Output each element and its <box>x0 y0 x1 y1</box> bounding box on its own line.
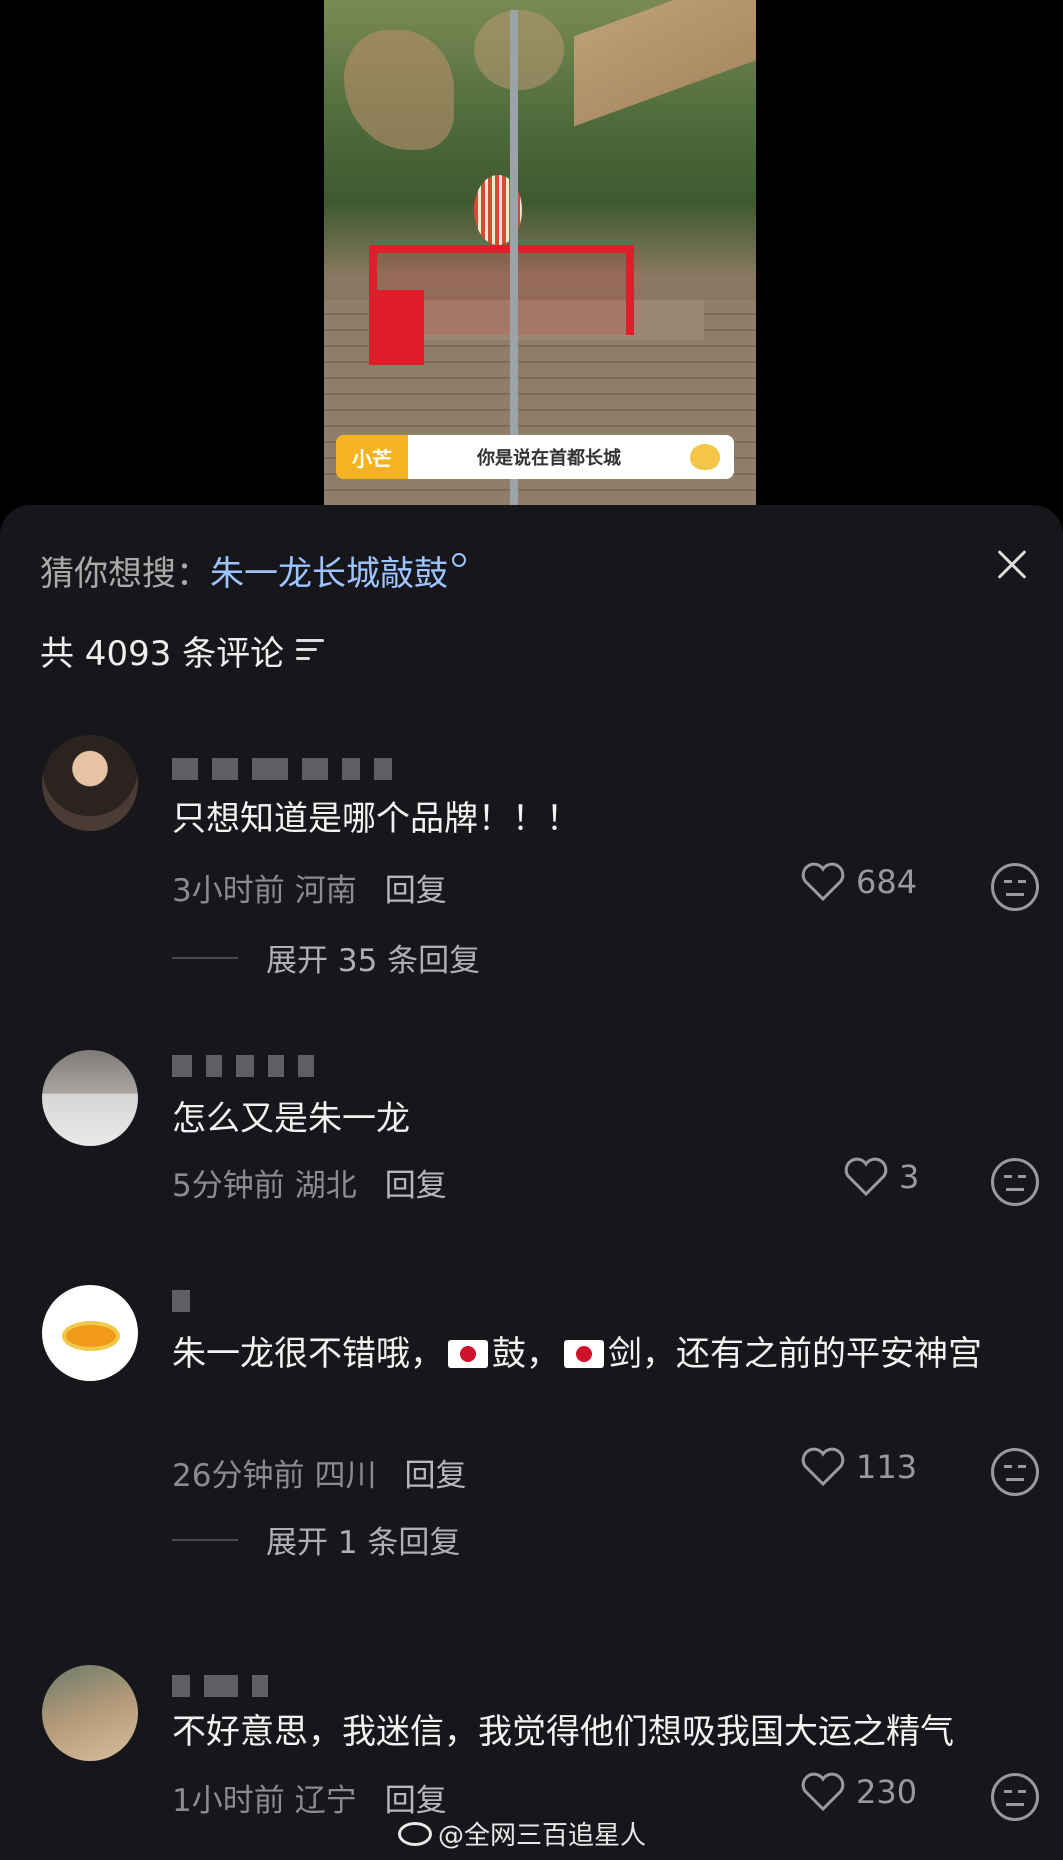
heart-icon <box>801 1772 845 1812</box>
heart-icon <box>801 862 845 902</box>
close-button[interactable] <box>983 537 1039 593</box>
planet-icon <box>62 1321 120 1351</box>
avatar[interactable] <box>42 1285 138 1381</box>
comment-time: 1小时前 <box>172 1783 285 1819</box>
great-wall-ridge <box>574 0 756 127</box>
like-button[interactable]: 3 <box>843 1157 919 1197</box>
reply-button[interactable]: 回复 <box>385 1775 447 1820</box>
comment-text: 怎么又是朱一龙 <box>172 1099 410 1139</box>
expand-replies[interactable]: 展开 35 条回复 <box>172 935 480 980</box>
like-count: 113 <box>856 1448 918 1486</box>
search-icon <box>452 553 466 567</box>
reply-button[interactable]: 回复 <box>404 1450 466 1495</box>
watermark-text: @全网三百追星人 <box>438 1821 647 1851</box>
divider-line <box>172 956 238 959</box>
dislike-icon[interactable] <box>991 1158 1039 1206</box>
comment-text-part: 朱一龙很不错哦， <box>172 1334 444 1374</box>
mango-icon <box>690 444 720 470</box>
avatar[interactable] <box>42 1050 138 1146</box>
video-caption: 小芒 你是说在首都长城 <box>336 435 734 479</box>
search-suggestion[interactable]: 猜你想搜： 朱一龙长城敲鼓 <box>40 545 466 595</box>
expand-replies-label: 展开 35 条回复 <box>266 943 481 979</box>
comment-time: 5分钟前 <box>172 1168 285 1204</box>
comment-count: 共 4093 条评论 <box>40 633 285 674</box>
heart-icon <box>801 1447 845 1487</box>
expand-replies[interactable]: 展开 1 条回复 <box>172 1517 460 1562</box>
comment-meta: 3小时前 河南 回复 <box>172 865 447 910</box>
heart-icon <box>844 1157 888 1197</box>
like-button[interactable]: 230 <box>800 1772 917 1812</box>
japan-flag-icon <box>564 1340 604 1368</box>
comment-time: 26分钟前 <box>172 1458 305 1494</box>
comment-meta: 26分钟前 四川 回复 <box>172 1450 466 1495</box>
comment-text: 只想知道是哪个品牌！！！ <box>172 799 580 839</box>
mountain-rock <box>474 10 564 90</box>
expand-replies-label: 展开 1 条回复 <box>266 1525 461 1561</box>
dislike-icon[interactable] <box>991 1773 1039 1821</box>
caption-tag: 小芒 <box>336 435 408 479</box>
dislike-icon[interactable] <box>991 1448 1039 1496</box>
username-redacted[interactable] <box>172 1290 190 1314</box>
like-count: 684 <box>856 863 918 901</box>
comment-meta: 5分钟前 湖北 回复 <box>172 1160 447 1205</box>
dislike-icon[interactable] <box>991 863 1039 911</box>
video-player[interactable]: 小芒 你是说在首都长城 <box>324 0 756 505</box>
caption-text: 你是说在首都长城 <box>477 448 621 469</box>
japan-flag-icon <box>448 1340 488 1368</box>
like-count: 230 <box>856 1773 918 1811</box>
weibo-icon <box>398 1821 432 1846</box>
comment-count-row[interactable]: 共 4093 条评论 <box>40 625 325 675</box>
comment-location: 辽宁 <box>294 1783 357 1819</box>
filter-icon[interactable] <box>296 639 325 661</box>
like-button[interactable]: 684 <box>800 862 917 902</box>
comment-text: 朱一龙很不错哦， 鼓， 剑，还有之前的平安神宫 <box>172 1327 1042 1381</box>
search-suggestion-term[interactable]: 朱一龙长城敲鼓 <box>210 546 448 595</box>
red-stage-base <box>369 290 424 365</box>
mountain-rock <box>344 30 454 150</box>
username-redacted[interactable] <box>172 1675 268 1699</box>
username-redacted[interactable] <box>172 1055 314 1079</box>
reply-button[interactable]: 回复 <box>385 1160 447 1205</box>
comment-location: 河南 <box>294 873 357 909</box>
search-suggestion-prefix: 猜你想搜： <box>40 553 210 594</box>
like-count: 3 <box>899 1158 920 1196</box>
comment-time: 3小时前 <box>172 873 285 909</box>
comment-text: 不好意思，我迷信，我觉得他们想吸我国大运之精气 <box>172 1712 954 1752</box>
reply-button[interactable]: 回复 <box>385 865 447 910</box>
comment-text-part: 鼓， <box>492 1334 560 1374</box>
like-button[interactable]: 113 <box>800 1447 917 1487</box>
comment-text-part: 剑，还有之前的平安神宫 <box>608 1334 982 1374</box>
comment-sheet: 猜你想搜： 朱一龙长城敲鼓 共 4093 条评论 只想知道是哪个品牌！！！ 3小… <box>0 505 1063 1860</box>
username-redacted[interactable] <box>172 758 392 782</box>
avatar[interactable] <box>42 1665 138 1761</box>
flag-pole <box>510 10 518 505</box>
avatar[interactable] <box>42 735 138 831</box>
comment-location: 湖北 <box>294 1168 357 1204</box>
watermark: @全网三百追星人 <box>398 1815 646 1852</box>
comment-location: 四川 <box>314 1458 377 1494</box>
comment-meta: 1小时前 辽宁 回复 <box>172 1775 447 1820</box>
divider-line <box>172 1538 238 1541</box>
